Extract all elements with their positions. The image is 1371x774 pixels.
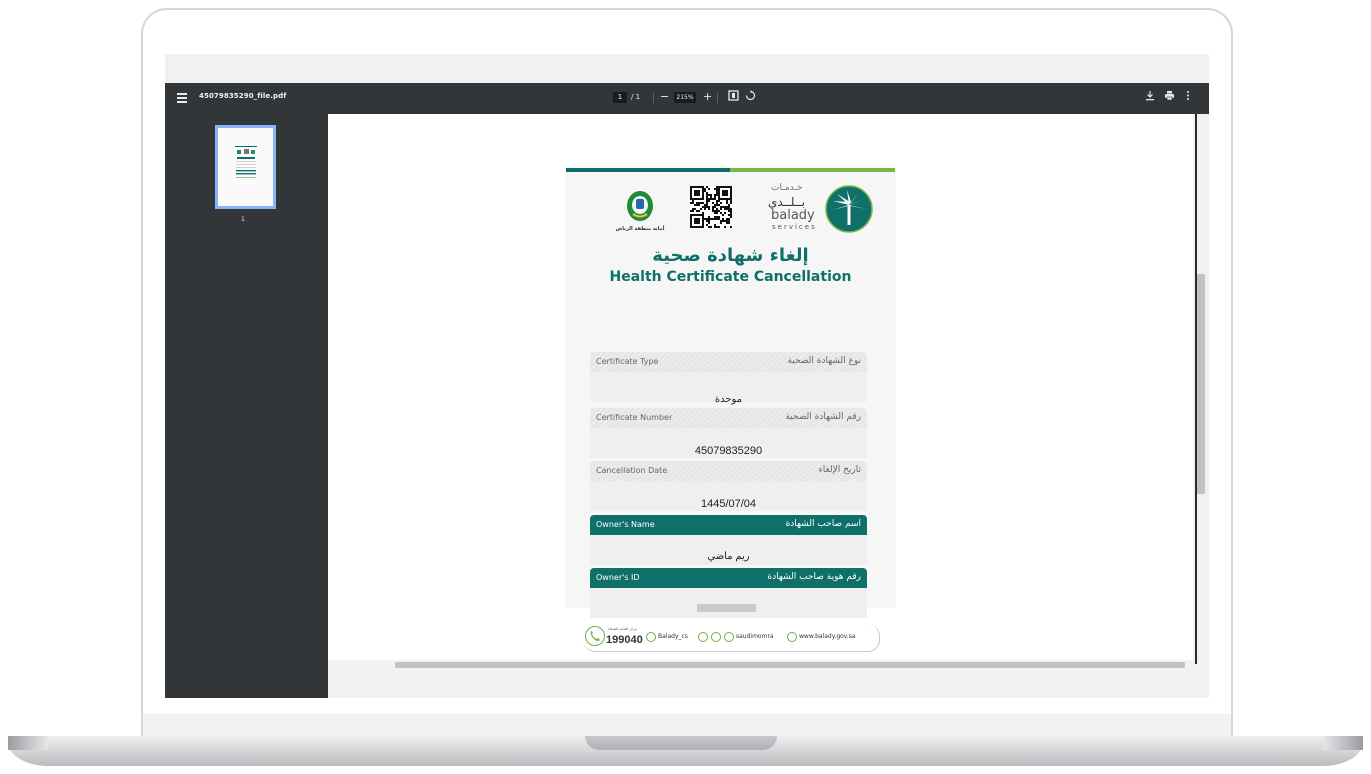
field-label-en: Owner's Name xyxy=(596,520,655,529)
field-label-en: Owner's ID xyxy=(596,573,640,582)
phone-icon xyxy=(585,626,605,646)
title-arabic: إلغاء شهادة صحية xyxy=(652,245,809,266)
phone-number: 199040 xyxy=(606,634,643,646)
rotate-icon xyxy=(745,90,756,101)
twitter-icon xyxy=(646,632,656,642)
amanah-name: أمانة منطقة الرياض xyxy=(615,226,665,232)
zoom-out-button[interactable]: − xyxy=(660,90,669,104)
field-value: ريم ماضي xyxy=(707,551,750,562)
field-value: موحدة xyxy=(714,394,743,405)
print-icon xyxy=(1165,91,1174,101)
field-cancellation-date: Cancellation Date تاريخ الإلغاء xyxy=(590,461,867,481)
twitter-icon xyxy=(698,632,708,642)
social-handle: saudimomra xyxy=(736,633,774,640)
screen-bezel xyxy=(143,714,1231,736)
field-value: 45079835290 xyxy=(694,445,763,457)
field-label-ar: نوع الشهادة الصحية xyxy=(787,356,861,366)
rotate-button[interactable] xyxy=(745,90,756,105)
field-label-ar: اسم صاحب الشهادة xyxy=(785,519,861,529)
globe-icon xyxy=(787,632,797,642)
thumbnail-sidebar: 1 xyxy=(165,114,328,698)
page-number-input[interactable]: 1 xyxy=(613,92,627,103)
pdf-page: أمانة منطقة الرياض خـدمـات بــلــدي bala… xyxy=(566,168,895,652)
toolbar-divider xyxy=(653,93,654,103)
field-label-ar: رقم هوية صاحب الشهادة xyxy=(767,572,861,582)
fit-page-button[interactable] xyxy=(728,90,739,105)
document-footer: مركز العناية بالعملاء 199040 Balady_cs s… xyxy=(583,624,880,652)
zoom-in-button[interactable]: + xyxy=(703,90,712,104)
vertical-scrollbar-thumb[interactable] xyxy=(1197,274,1205,494)
field-label-en: Certificate Number xyxy=(596,413,673,422)
menu-icon[interactable] xyxy=(177,93,187,103)
field-label-ar: رقم الشهادة الصحية xyxy=(785,412,861,422)
riyadh-amanah-logo xyxy=(627,191,653,221)
phone-hint: مركز العناية بالعملاء xyxy=(608,627,637,631)
title-english: Health Certificate Cancellation xyxy=(609,269,852,285)
download-icon xyxy=(1146,91,1154,101)
zoom-input[interactable]: 215% xyxy=(674,92,696,103)
print-button[interactable] xyxy=(1164,90,1175,105)
fit-page-icon xyxy=(728,90,739,101)
website: www.balady.gov.sa xyxy=(799,633,856,640)
laptop-base-edge xyxy=(8,736,48,750)
header-strip xyxy=(566,168,730,172)
more-vert-icon xyxy=(1187,91,1189,100)
more-options-button[interactable] xyxy=(1186,90,1190,105)
file-name: 45079835290_file.pdf xyxy=(199,92,287,100)
twitter-handle: Balady_cs xyxy=(658,633,688,640)
field-certificate-type: Certificate Type نوع الشهادة الصحية xyxy=(590,352,867,372)
balady-palm-logo xyxy=(825,185,873,233)
field-owner-id: Owner's ID رقم هوية صاحب الشهادة xyxy=(590,568,867,588)
balady-english: balady xyxy=(771,208,815,223)
page-thumbnail[interactable] xyxy=(215,125,276,209)
field-owner-name: Owner's Name اسم صاحب الشهادة xyxy=(590,515,867,535)
qr-code xyxy=(690,186,732,228)
thumbnail-preview xyxy=(235,146,257,178)
laptop-base-edge xyxy=(1323,736,1363,750)
field-label-en: Certificate Type xyxy=(596,357,659,366)
pdf-toolbar: 45079835290_file.pdf 1 / 1 − 215% + xyxy=(165,83,1209,114)
screen: 45079835290_file.pdf 1 / 1 − 215% + 1 أم… xyxy=(165,54,1209,698)
field-label-ar: تاريخ الإلغاء xyxy=(818,465,861,475)
horizontal-scrollbar-thumb[interactable] xyxy=(395,662,1185,668)
youtube-icon xyxy=(724,632,734,642)
thumbnail-page-number: 1 xyxy=(241,216,245,223)
field-label-en: Cancellation Date xyxy=(596,466,668,475)
field-value: 1445/07/04 xyxy=(700,498,757,510)
field-certificate-number: Certificate Number رقم الشهادة الصحية xyxy=(590,408,867,428)
balady-arabic: بــلــدي xyxy=(768,195,806,209)
balady-arabic-top: خـدمـات xyxy=(771,183,803,193)
page-total: / 1 xyxy=(631,93,641,101)
facebook-icon xyxy=(711,632,721,642)
download-button[interactable] xyxy=(1145,90,1155,105)
toolbar-divider xyxy=(717,93,718,103)
header-strip xyxy=(730,168,895,172)
redacted-id xyxy=(697,604,756,612)
laptop-notch xyxy=(585,736,777,750)
field-body xyxy=(590,588,867,618)
balady-services: services xyxy=(772,223,817,231)
